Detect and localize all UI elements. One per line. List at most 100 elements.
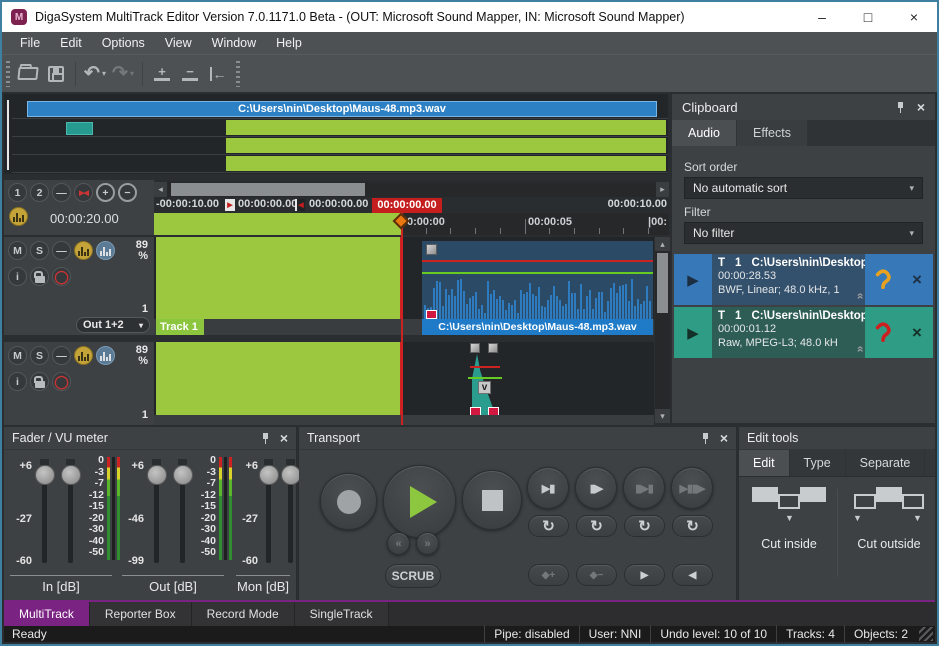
- redo-button[interactable]: ↷▾: [109, 60, 137, 88]
- track2-mute-button[interactable]: M: [8, 346, 27, 365]
- playhead-line[interactable]: [401, 213, 403, 425]
- expand-icon[interactable]: »: [853, 293, 865, 300]
- play-from-mark-button[interactable]: ▮▶: [575, 467, 617, 509]
- h-scroll-thumb[interactable]: [171, 183, 365, 196]
- overview-clip-block[interactable]: [66, 122, 93, 135]
- track2-record-button[interactable]: ◯: [52, 372, 71, 391]
- scroll-down-button[interactable]: ▾: [655, 409, 670, 423]
- zoom-in-button[interactable]: +: [96, 183, 115, 202]
- tracks-v-scrollbar[interactable]: ▴ ▾: [655, 237, 670, 423]
- project-overview[interactable]: C:\Users\nin\Desktop\Maus-48.mp3.wav: [4, 94, 668, 174]
- stop-button[interactable]: [462, 470, 522, 530]
- track1-mute-button[interactable]: M: [8, 241, 27, 260]
- rewind-button[interactable]: «: [387, 532, 410, 555]
- fader-knob[interactable]: [61, 465, 81, 485]
- track1-green-clip[interactable]: [156, 237, 402, 321]
- layout-1-button[interactable]: 1: [8, 183, 27, 202]
- play-pause-play-button[interactable]: ▶▮▮▶: [671, 467, 713, 509]
- clip-handle[interactable]: [488, 343, 498, 353]
- menu-item-file[interactable]: File: [10, 32, 50, 54]
- edit-tools-tab-clip-in[interactable]: Clip & In: [925, 450, 935, 476]
- overview-track-bar[interactable]: [226, 138, 666, 153]
- open-button[interactable]: [14, 60, 42, 88]
- track1-waveform-button[interactable]: [74, 241, 93, 260]
- save-button[interactable]: [42, 60, 70, 88]
- mode-tab-record-mode[interactable]: Record Mode: [192, 602, 295, 626]
- in-point-button[interactable]: ▶◀: [74, 183, 93, 202]
- fader-knob[interactable]: [281, 465, 301, 485]
- menu-item-window[interactable]: Window: [202, 32, 266, 54]
- volume-point-box[interactable]: v: [478, 381, 491, 394]
- track2-meter-button[interactable]: [96, 346, 115, 365]
- menu-item-options[interactable]: Options: [92, 32, 155, 54]
- collapse-button[interactable]: —: [52, 183, 71, 202]
- mode-tab-multitrack[interactable]: MultiTrack: [4, 602, 90, 626]
- time-ruler[interactable]: 0:00:00 00:00:05 |00:: [154, 213, 669, 235]
- pin-icon[interactable]: [896, 101, 905, 113]
- track2-lane[interactable]: v: [154, 340, 654, 425]
- remove-marker-button[interactable]: ◆−: [576, 564, 617, 586]
- track2-green-clip[interactable]: [156, 342, 402, 415]
- clipboard-tab-effects[interactable]: Effects: [737, 120, 807, 146]
- clipboard-item[interactable]: ▶ T1C:\Users\nin\Desktop\ 00:00:01.12 Ra…: [674, 307, 933, 358]
- add-marker-button[interactable]: ◆+: [528, 564, 569, 586]
- track2-small-clip[interactable]: v: [470, 343, 504, 426]
- loop-2-button[interactable]: ↻: [576, 515, 617, 537]
- track1-collapse-button[interactable]: —: [52, 241, 71, 260]
- mode-tab-reporter-box[interactable]: Reporter Box: [90, 602, 192, 626]
- prev-marker-button[interactable]: ◀: [672, 564, 713, 586]
- clipboard-tab-audio[interactable]: Audio: [672, 120, 736, 146]
- play-item-button[interactable]: ▶: [674, 254, 712, 305]
- close-panel-icon[interactable]: ×: [917, 101, 925, 113]
- track1-solo-button[interactable]: S: [30, 241, 49, 260]
- close-button[interactable]: ×: [891, 2, 937, 32]
- record-button[interactable]: [320, 473, 377, 530]
- forward-button[interactable]: »: [416, 532, 439, 555]
- menu-item-edit[interactable]: Edit: [50, 32, 92, 54]
- overview-track-bar[interactable]: [226, 156, 666, 171]
- edit-tools-tab-edit[interactable]: Edit: [739, 450, 789, 476]
- mark-out-flag-icon[interactable]: ◀: [295, 199, 305, 211]
- next-marker-button[interactable]: ▶: [624, 564, 665, 586]
- clipboard-item[interactable]: ▶ T1C:\Users\nin\Desktop\ 00:00:28.53 BW…: [674, 254, 933, 305]
- clip-fade-handle[interactable]: [426, 310, 437, 319]
- cut-outside-tool[interactable]: ▼▼ Cut outside: [841, 487, 937, 551]
- play-button[interactable]: [383, 465, 456, 538]
- track1-audio-clip[interactable]: [422, 241, 653, 321]
- close-panel-icon[interactable]: ×: [720, 432, 728, 444]
- timeline-h-scrollbar[interactable]: ◂ ▸: [154, 182, 669, 197]
- overview-file-bar[interactable]: C:\Users\nin\Desktop\Maus-48.mp3.wav: [27, 101, 657, 117]
- track2-solo-button[interactable]: S: [30, 346, 49, 365]
- fader-knob[interactable]: [259, 465, 279, 485]
- layout-2-button[interactable]: 2: [30, 183, 49, 202]
- track1-output-select[interactable]: Out 1+2▾: [76, 317, 150, 333]
- minimize-button[interactable]: –: [799, 2, 845, 32]
- prelisten-button[interactable]: [865, 254, 901, 305]
- track1-info-button[interactable]: i: [8, 267, 27, 286]
- track1-record-button[interactable]: ◯: [52, 267, 71, 286]
- remove-item-button[interactable]: ×: [901, 307, 933, 358]
- edit-tools-tab-type[interactable]: Type: [790, 450, 845, 476]
- track2-info-button[interactable]: i: [8, 372, 27, 391]
- menu-item-help[interactable]: Help: [266, 32, 312, 54]
- sort-order-select[interactable]: No automatic sort▾: [684, 177, 923, 199]
- track1-lock-button[interactable]: [30, 267, 49, 286]
- resize-grip[interactable]: [919, 627, 933, 641]
- zoom-out-button[interactable]: −: [118, 183, 137, 202]
- track2-collapse-button[interactable]: —: [52, 346, 71, 365]
- mode-tab-singletrack[interactable]: SingleTrack: [295, 602, 389, 626]
- menu-item-view[interactable]: View: [155, 32, 202, 54]
- play-item-button[interactable]: ▶: [674, 307, 712, 358]
- cut-inside-tool[interactable]: ▼ Cut inside: [743, 487, 835, 551]
- remove-item-button[interactable]: ×: [901, 254, 933, 305]
- filter-select[interactable]: No filter▾: [684, 222, 923, 244]
- expand-icon[interactable]: »: [853, 346, 865, 353]
- play-to-mark-button[interactable]: ▶▮: [527, 467, 569, 509]
- scroll-up-button[interactable]: ▴: [655, 237, 670, 251]
- clip-handle[interactable]: [470, 343, 480, 353]
- fader-knob[interactable]: [173, 465, 193, 485]
- toolbar-grip[interactable]: [236, 61, 240, 87]
- track2-lock-button[interactable]: [30, 372, 49, 391]
- waveform-mode-button[interactable]: [9, 207, 28, 226]
- loop-3-button[interactable]: ↻: [624, 515, 665, 537]
